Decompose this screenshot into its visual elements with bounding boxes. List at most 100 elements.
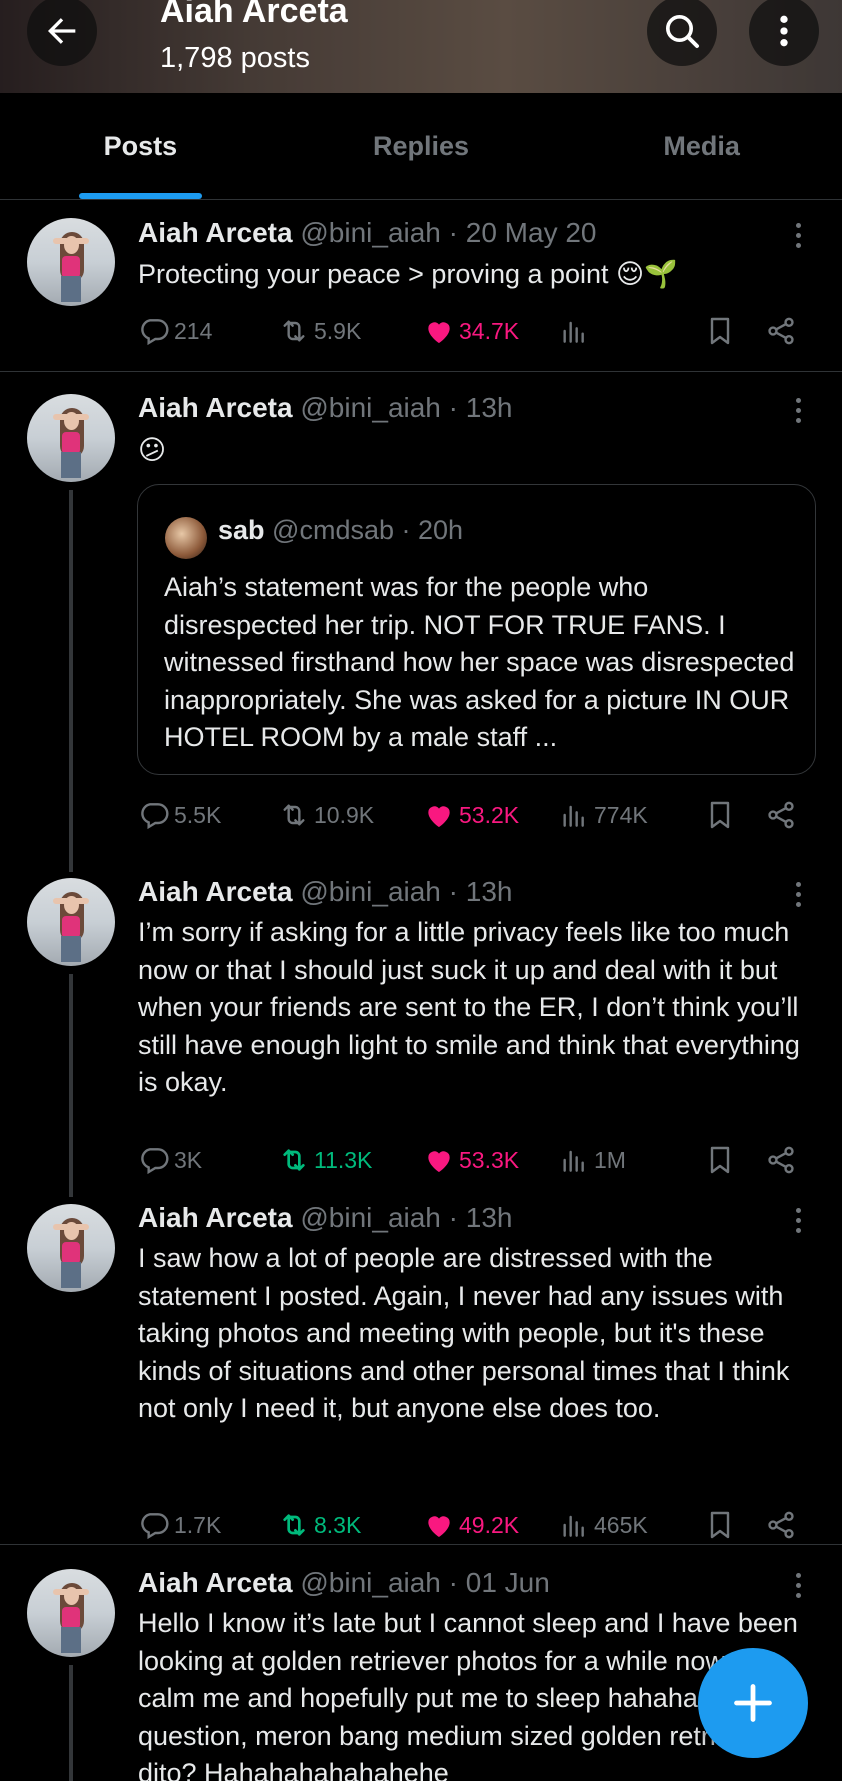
views-button[interactable]: 1M	[558, 1140, 626, 1180]
avatar[interactable]	[27, 1569, 115, 1657]
views-button[interactable]: 774K	[558, 795, 648, 835]
heart-icon	[428, 1516, 450, 1537]
post[interactable]: Aiah Arceta @bini_aiah · 13h 😕 sab @cmds…	[0, 372, 842, 872]
like-button[interactable]: 34.7K	[423, 311, 519, 351]
share-button[interactable]	[765, 795, 797, 835]
plus-icon	[734, 1684, 772, 1722]
post-author-name[interactable]: Aiah Arceta	[138, 1567, 293, 1598]
post-author-name[interactable]: Aiah Arceta	[138, 1202, 293, 1233]
like-button[interactable]: 53.3K	[423, 1140, 519, 1180]
bookmark-icon	[710, 1146, 730, 1174]
bookmark-icon	[710, 801, 730, 829]
more-options-button[interactable]	[749, 0, 819, 66]
post-meta: @bini_aiah · 13h	[300, 876, 513, 907]
view-count: 774K	[594, 801, 648, 828]
thread-line	[69, 490, 73, 872]
post[interactable]: Aiah Arceta @bini_aiah · 13h I’m sorry i…	[0, 872, 842, 1197]
repost-icon	[283, 804, 305, 826]
share-icon	[768, 1146, 794, 1174]
profile-tabs: Posts Replies Media	[0, 93, 842, 200]
post-text: Protecting your peace > proving a point …	[138, 259, 678, 289]
views-button[interactable]	[558, 311, 594, 351]
post-more-icon[interactable]	[788, 1565, 808, 1605]
repost-button[interactable]: 5.9K	[278, 311, 361, 351]
post-text: I’m sorry if asking for a little privacy…	[138, 917, 800, 1097]
thread-line	[69, 974, 73, 1197]
post-actions: 5.5K 10.9K 53.2K 774K	[138, 795, 818, 835]
search-icon	[666, 14, 699, 48]
post-meta: @bini_aiah · 13h	[300, 1202, 513, 1233]
repost-count: 10.9K	[314, 801, 375, 828]
post[interactable]: Aiah Arceta @bini_aiah · 13h I saw how a…	[0, 1197, 842, 1544]
bookmark-icon	[710, 1511, 730, 1539]
back-arrow-icon	[48, 18, 76, 44]
quoted-post[interactable]: sab @cmdsab · 20h Aiah’s statement was f…	[137, 484, 816, 775]
share-icon	[768, 317, 794, 345]
views-button[interactable]: 465K	[558, 1505, 648, 1545]
post-meta: @bini_aiah · 13h	[300, 392, 513, 423]
post-more-icon[interactable]	[788, 1200, 808, 1240]
repost-count: 5.9K	[314, 317, 362, 344]
reply-button[interactable]: 3K	[138, 1140, 202, 1180]
reply-icon	[141, 1148, 169, 1175]
bookmark-icon	[710, 317, 730, 345]
like-button[interactable]: 49.2K	[423, 1505, 519, 1545]
repost-icon	[283, 1514, 305, 1536]
views-icon	[563, 1515, 584, 1537]
search-button[interactable]	[647, 0, 717, 66]
views-icon	[563, 321, 584, 343]
repost-button[interactable]: 10.9K	[278, 795, 374, 835]
like-count: 53.3K	[459, 1146, 520, 1173]
tab-media[interactable]: Media	[561, 93, 842, 199]
post-author-name[interactable]: Aiah Arceta	[138, 217, 293, 248]
post-text: 😕	[138, 435, 167, 465]
share-button[interactable]	[765, 1140, 797, 1180]
post-more-icon[interactable]	[788, 215, 808, 255]
repost-button[interactable]: 11.3K	[278, 1140, 372, 1180]
profile-header: Aiah Arceta 1,798 posts	[0, 0, 842, 93]
post-more-icon[interactable]	[788, 874, 808, 914]
quote-meta: @cmdsab · 20h	[272, 515, 464, 545]
back-button[interactable]	[27, 0, 97, 66]
post-author-name[interactable]: Aiah Arceta	[138, 392, 293, 423]
repost-button[interactable]: 8.3K	[278, 1505, 361, 1545]
share-button[interactable]	[765, 311, 797, 351]
heart-icon	[428, 1151, 450, 1172]
post-author-name[interactable]: Aiah Arceta	[138, 876, 293, 907]
reply-button[interactable]: 214	[138, 311, 212, 351]
post-meta: @bini_aiah · 01 Jun	[300, 1567, 550, 1598]
bookmark-button[interactable]	[704, 311, 736, 351]
avatar[interactable]	[27, 1204, 115, 1292]
repost-count: 8.3K	[314, 1511, 362, 1538]
reply-button[interactable]: 1.7K	[138, 1505, 221, 1545]
views-icon	[563, 1150, 584, 1172]
post-meta: @bini_aiah · 20 May 20	[300, 217, 597, 248]
quote-text: Aiah’s statement was for the people who …	[164, 572, 795, 752]
quote-avatar	[165, 517, 207, 559]
compose-post-button[interactable]	[698, 1648, 808, 1758]
reply-icon	[141, 1513, 169, 1540]
repost-icon	[283, 1149, 305, 1171]
reply-button[interactable]: 5.5K	[138, 795, 221, 835]
views-icon	[563, 805, 584, 827]
thread-line	[69, 1665, 73, 1781]
profile-name: Aiah Arceta	[160, 0, 348, 30]
reply-count: 1.7K	[174, 1511, 222, 1538]
reply-count: 214	[174, 317, 213, 344]
like-count: 49.2K	[459, 1511, 520, 1538]
post-more-icon[interactable]	[788, 390, 808, 430]
like-button[interactable]: 53.2K	[423, 795, 519, 835]
reply-count: 5.5K	[174, 801, 222, 828]
avatar[interactable]	[27, 218, 115, 306]
share-icon	[768, 801, 794, 829]
post[interactable]: Aiah Arceta @bini_aiah · 20 May 20 Prote…	[0, 201, 842, 371]
bookmark-button[interactable]	[704, 795, 736, 835]
avatar[interactable]	[27, 394, 115, 482]
heart-icon	[428, 806, 450, 827]
tab-posts[interactable]: Posts	[0, 93, 281, 199]
bookmark-button[interactable]	[704, 1140, 736, 1180]
avatar[interactable]	[27, 878, 115, 966]
tab-replies[interactable]: Replies	[281, 93, 562, 199]
bookmark-button[interactable]	[704, 1505, 736, 1545]
share-button[interactable]	[765, 1505, 797, 1545]
